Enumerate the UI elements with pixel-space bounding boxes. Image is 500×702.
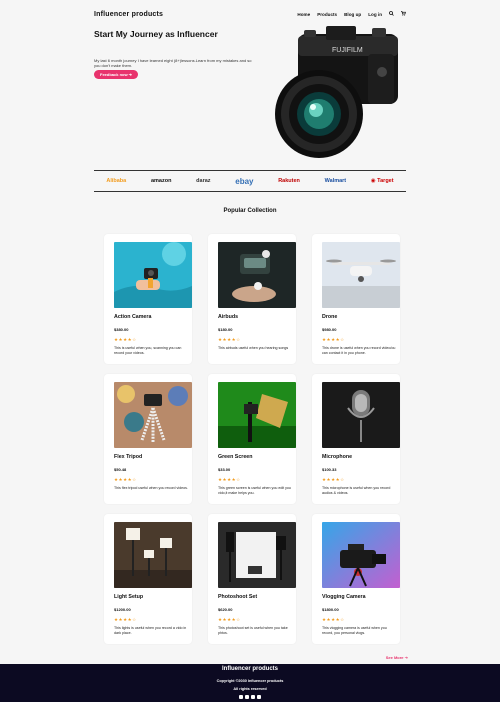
feedback-button-label: Feedback now <box>100 72 128 77</box>
product-name: Photoshoot Set <box>218 594 258 600</box>
product-description: This is useful when you, scanning you ca… <box>114 346 182 355</box>
facebook-icon[interactable] <box>239 695 243 699</box>
product-rating: ★★★★☆ <box>322 477 345 482</box>
nav-links: Home Products Blog up Log in <box>297 10 406 18</box>
feedback-button[interactable]: Feedback now ➔ <box>94 70 139 79</box>
product-card[interactable]: Light Setup $1200.00 ★★★★☆ This lights i… <box>104 514 192 644</box>
brand-amazon-logo: amazon <box>150 178 172 184</box>
nav-login[interactable]: Log in <box>368 12 382 17</box>
hero-camera-image: FUJIFILM <box>264 24 414 164</box>
product-price: $1200.00 <box>114 607 131 612</box>
product-name: Flex Tripod <box>114 454 143 460</box>
product-description: This green screen is useful when you edi… <box>218 486 291 495</box>
brand-target-label: Target <box>377 178 394 184</box>
search-icon[interactable] <box>389 10 394 18</box>
nav-blog[interactable]: Blog up <box>344 12 361 17</box>
product-card[interactable]: Vlogging Camera $1800.00 ★★★★☆ This vlog… <box>312 514 400 644</box>
section-title: Popular Collection <box>223 208 277 214</box>
light-setup-image <box>114 522 192 588</box>
see-more-label: See More <box>385 655 404 660</box>
product-rating: ★★★★☆ <box>322 617 345 622</box>
product-card[interactable]: Drone $980.00 ★★★★☆ This drone is useful… <box>312 234 400 364</box>
product-price: $100.33 <box>322 467 337 472</box>
brand-ebay-logo: ebay <box>235 176 254 186</box>
product-name: Airbuds <box>218 314 239 320</box>
brand-alibaba-logo: Alibaba <box>106 178 127 184</box>
instagram-icon[interactable] <box>251 695 255 699</box>
product-name: Light Setup <box>114 594 144 600</box>
product-card[interactable]: Flex Tripod $50.48 ★★★★☆ This flex tripo… <box>104 374 192 504</box>
youtube-icon[interactable] <box>257 695 261 699</box>
product-rating: ★★★★☆ <box>218 477 241 482</box>
product-rating: ★★★★☆ <box>218 337 241 342</box>
product-card[interactable]: Action Camera $380.00 ★★★★☆ This is usef… <box>104 234 192 364</box>
product-rating: ★★★★☆ <box>322 337 345 342</box>
footer: Influencer products Copyright ©2030 Infl… <box>0 664 500 702</box>
product-description: This airbuds useful when you hearing son… <box>218 346 289 350</box>
brand-name[interactable]: Influencer products <box>94 11 163 18</box>
product-price: $180.00 <box>218 327 233 332</box>
product-price: $980.00 <box>322 327 337 332</box>
product-name: Green Screen <box>218 454 253 460</box>
product-description: This drone is useful when you record vid… <box>322 346 396 355</box>
brand-target-logo: ◉ Target <box>370 178 394 184</box>
footer-rights: All rights reserved <box>233 687 267 691</box>
product-name: Microphone <box>322 454 353 460</box>
airbuds-image <box>218 242 296 308</box>
product-price: $380.00 <box>114 327 129 332</box>
svg-text:FUJIFILM: FUJIFILM <box>332 47 363 54</box>
product-description: This lights is useful when you record a … <box>114 626 187 635</box>
product-rating: ★★★★☆ <box>114 337 137 342</box>
product-description: This photoshoot set is useful when you t… <box>218 626 288 635</box>
footer-title: Influencer products <box>221 666 278 672</box>
product-name: Drone <box>322 314 338 320</box>
brand-walmart-logo: Walmart <box>324 178 347 184</box>
product-card[interactable]: Airbuds $180.00 ★★★★☆ This airbuds usefu… <box>208 234 296 364</box>
product-description: This microphone is useful when you recor… <box>322 486 391 495</box>
nav-products[interactable]: Products <box>317 12 337 17</box>
product-card[interactable]: Microphone $100.33 ★★★★☆ This microphone… <box>312 374 400 504</box>
product-description: This vlogging camera is useful when you … <box>322 626 387 635</box>
product-description: This flex tripod useful when you record … <box>114 486 188 490</box>
page-inner: Influencer products Home Products Blog u… <box>10 0 490 702</box>
green-screen-image <box>218 382 296 448</box>
product-price: $50.48 <box>114 467 127 472</box>
product-rating: ★★★★☆ <box>114 617 137 622</box>
footer-copyright: Copyright ©2030 Influencer products <box>216 679 284 683</box>
footer-social-icons <box>0 695 500 699</box>
product-rating: ★★★★☆ <box>218 617 241 622</box>
see-more-link[interactable]: See More ➔ <box>386 655 408 660</box>
vlogging-camera-image <box>322 522 400 588</box>
product-name: Vlogging Camera <box>322 594 366 600</box>
product-price: $1800.00 <box>322 607 339 612</box>
product-name: Action Camera <box>114 314 152 320</box>
flex-tripod-image <box>114 382 192 448</box>
navbar: Influencer products Home Products Blog u… <box>94 8 406 20</box>
brand-strip: Alibaba amazon daraz ebay Rakuten Walmar… <box>94 170 406 192</box>
product-card[interactable]: Green Screen $33.00 ★★★★☆ This green scr… <box>208 374 296 504</box>
product-card[interactable]: Photoshoot Set $620.00 ★★★★☆ This photos… <box>208 514 296 644</box>
twitter-icon[interactable] <box>245 695 249 699</box>
photoshoot-set-image <box>218 522 296 588</box>
product-price: $620.00 <box>218 607 233 612</box>
action-camera-image <box>114 242 192 308</box>
cart-icon[interactable] <box>401 10 406 18</box>
brand-daraz-logo: daraz <box>196 178 211 184</box>
nav-home[interactable]: Home <box>297 12 310 17</box>
drone-image <box>322 242 400 308</box>
hero-title: Start My Journey as Influencer <box>94 29 218 39</box>
page: Influencer products Home Products Blog u… <box>0 0 500 702</box>
product-rating: ★★★★☆ <box>114 477 137 482</box>
microphone-image <box>322 382 400 448</box>
product-price: $33.00 <box>218 467 231 472</box>
hero-text: My last 6 month journey I have learned e… <box>94 58 252 69</box>
brand-rakuten-logo: Rakuten <box>278 178 300 184</box>
